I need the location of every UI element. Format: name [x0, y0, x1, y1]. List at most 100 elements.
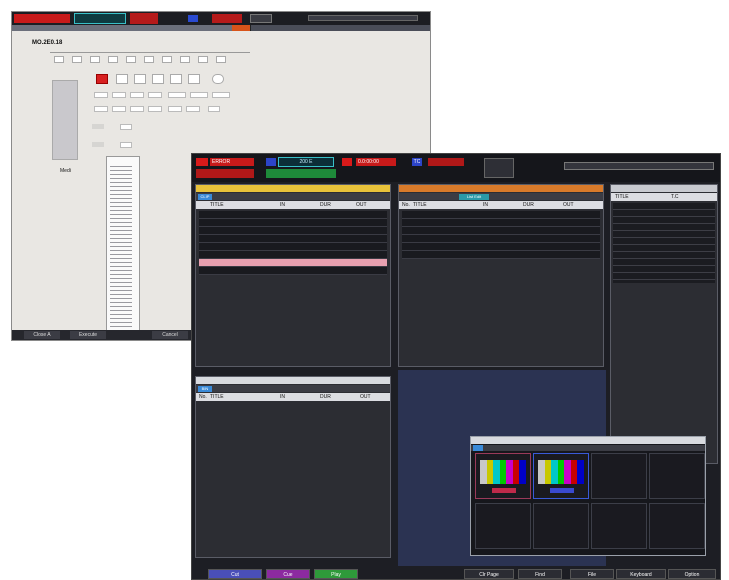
option-button[interactable] — [116, 74, 128, 84]
play-key[interactable]: Play — [314, 569, 358, 579]
dropdown-list[interactable] — [106, 156, 140, 340]
setting-button[interactable] — [190, 92, 208, 98]
clip-row[interactable] — [199, 243, 387, 251]
option-button[interactable] — [108, 56, 118, 63]
tab-bin[interactable]: BIN — [198, 386, 212, 392]
option-button[interactable] — [198, 56, 208, 63]
level-slider[interactable] — [52, 80, 78, 160]
empty-thumbnail-slot[interactable] — [649, 503, 705, 549]
tab-10[interactable] — [218, 25, 233, 31]
tab-5[interactable] — [100, 25, 127, 31]
round-option-button[interactable] — [212, 74, 224, 84]
clip-table-header: TITLE IN DUR OUT — [196, 201, 390, 209]
playlist-row[interactable] — [402, 251, 600, 259]
clip-thumbnail[interactable] — [475, 453, 531, 499]
playlist-row[interactable] — [402, 227, 600, 235]
bin-tab-bar: BIN — [196, 385, 390, 392]
execute-button[interactable]: Execute — [70, 331, 106, 339]
channel-badge — [266, 158, 276, 166]
clear-page-key[interactable]: Clr Page — [464, 569, 514, 579]
tab-6[interactable] — [126, 25, 149, 31]
clip-col-out: OUT — [356, 202, 367, 208]
playlist-row[interactable] — [402, 243, 600, 251]
empty-thumbnail-slot[interactable] — [475, 503, 531, 549]
clip-row[interactable] — [199, 251, 387, 259]
empty-thumbnail-slot[interactable] — [649, 453, 705, 499]
setting-button[interactable] — [208, 106, 220, 112]
seek-bar[interactable] — [564, 162, 714, 170]
setting-button[interactable] — [112, 106, 126, 112]
option-button[interactable] — [170, 74, 182, 84]
empty-thumbnail-slot[interactable] — [591, 503, 647, 549]
clip-row[interactable] — [199, 227, 387, 235]
option-button[interactable] — [126, 56, 136, 63]
option-button[interactable] — [54, 56, 64, 63]
tab-9[interactable] — [196, 25, 219, 31]
setting-button[interactable] — [94, 92, 108, 98]
setting-button[interactable] — [168, 106, 182, 112]
bin-panel: BIN No. TITLE IN DUR OUT — [195, 376, 391, 558]
clip-row[interactable] — [199, 267, 387, 275]
thumbnail-tab[interactable] — [473, 445, 483, 451]
cancel-button[interactable]: Cancel — [152, 331, 188, 339]
file-key[interactable]: File — [570, 569, 614, 579]
clip-row[interactable] — [199, 211, 387, 219]
tab-3[interactable] — [56, 25, 79, 31]
playlist-tab-bar: List Edit — [399, 193, 603, 200]
cue-key[interactable]: Cue — [266, 569, 310, 579]
setting-button[interactable] — [130, 106, 144, 112]
empty-thumbnail-slot[interactable] — [533, 503, 589, 549]
tab-list-edit[interactable]: List Edit — [459, 194, 489, 200]
value-field[interactable] — [120, 142, 132, 148]
playlist-row[interactable] — [402, 235, 600, 243]
option-button[interactable] — [72, 56, 82, 63]
tab-7[interactable] — [148, 25, 175, 31]
tab-1[interactable] — [12, 25, 35, 31]
option-button[interactable] — [144, 56, 154, 63]
option-button[interactable] — [188, 74, 200, 84]
option-button[interactable] — [216, 56, 226, 63]
value-field[interactable] — [120, 124, 132, 130]
field-label — [92, 124, 104, 129]
clip-row-selected[interactable] — [199, 259, 387, 267]
empty-thumbnail-slot[interactable] — [591, 453, 647, 499]
tab-4[interactable] — [78, 25, 101, 31]
tab-8[interactable] — [174, 25, 197, 31]
tab-2[interactable] — [34, 25, 57, 31]
clip-thumbnail[interactable] — [533, 453, 589, 499]
setting-button[interactable] — [130, 92, 144, 98]
find-key[interactable]: Find — [518, 569, 562, 579]
setting-button[interactable] — [94, 106, 108, 112]
setting-button[interactable] — [112, 92, 126, 98]
close-button[interactable]: Close A — [24, 331, 60, 339]
option-key[interactable]: Option — [668, 569, 716, 579]
playlist-row[interactable] — [402, 219, 600, 227]
clip-row[interactable] — [199, 219, 387, 227]
error-display: ERROR — [210, 158, 254, 166]
setting-button[interactable] — [148, 92, 162, 98]
setting-button[interactable] — [186, 106, 200, 112]
tab-clip[interactable]: CLIP — [198, 194, 212, 200]
cut-key[interactable]: Cut — [208, 569, 262, 579]
option-button[interactable] — [180, 56, 190, 63]
rec-badge — [342, 158, 352, 166]
option-button[interactable] — [152, 74, 164, 84]
bin-col-out: OUT — [360, 394, 371, 400]
option-button[interactable] — [162, 56, 172, 63]
alarm-indicator — [196, 158, 208, 166]
section-label: MO.2E0.18 — [32, 40, 63, 46]
keyboard-key[interactable]: Keyboard — [616, 569, 666, 579]
playlist-panel: List Edit No. TITLE IN DUR OUT — [398, 184, 604, 367]
setting-button[interactable] — [168, 92, 186, 98]
selected-option-button[interactable] — [96, 74, 108, 84]
clip-row[interactable] — [199, 235, 387, 243]
option-button[interactable] — [90, 56, 100, 63]
option-button[interactable] — [134, 74, 146, 84]
info-col-tc: T.C — [671, 194, 679, 200]
setting-button[interactable] — [212, 92, 230, 98]
setting-button[interactable] — [148, 106, 162, 112]
thumbnail-panel-title-bar — [471, 437, 705, 444]
playlist-row[interactable] — [402, 211, 600, 219]
dropdown-items[interactable] — [110, 163, 132, 333]
tab-active[interactable] — [232, 25, 251, 31]
